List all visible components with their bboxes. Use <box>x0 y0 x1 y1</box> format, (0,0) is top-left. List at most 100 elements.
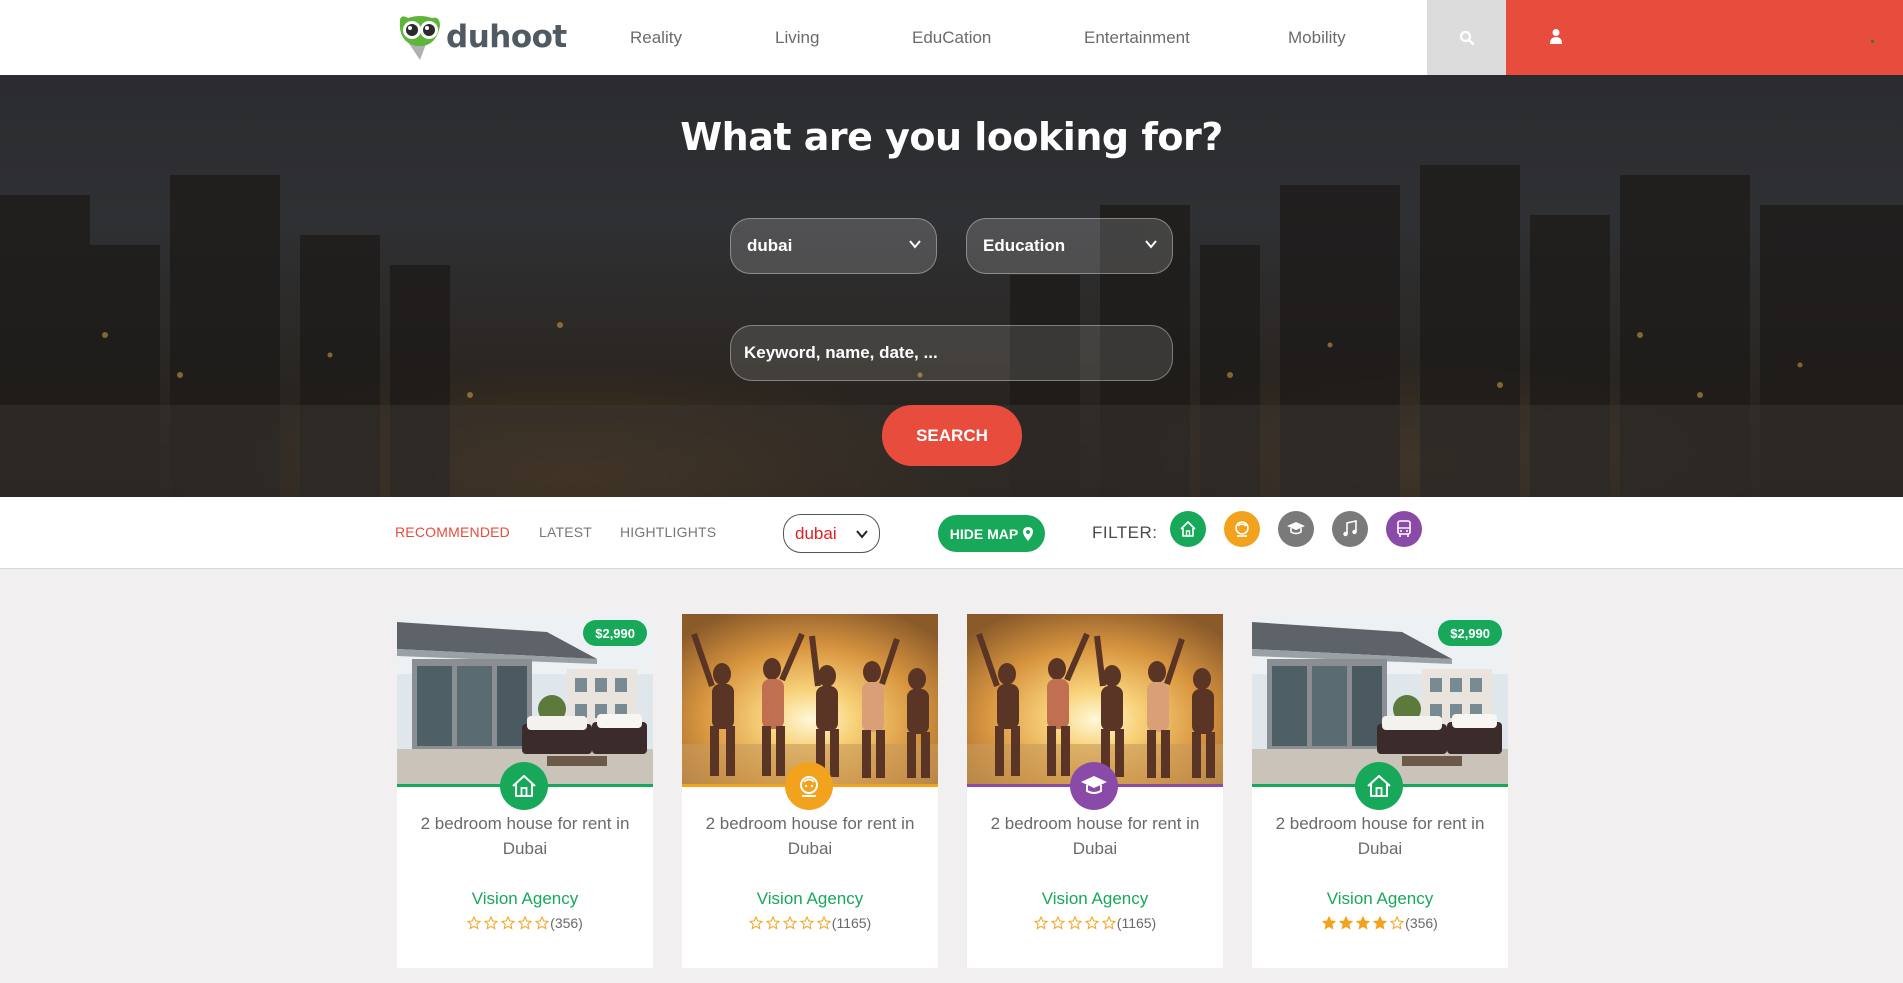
filter-bar: RECOMMENDED LATEST HIGHTLIGHTS dubai HID… <box>0 497 1903 569</box>
user-icon <box>1550 29 1562 44</box>
card-image[interactable] <box>967 614 1223 784</box>
city-filter-select[interactable]: dubai <box>783 514 880 553</box>
filter-mobility[interactable] <box>1386 511 1422 547</box>
star-outline-icon <box>1033 916 1048 930</box>
bus-icon <box>1397 520 1411 537</box>
hide-map-button[interactable]: HIDE MAP <box>938 515 1045 552</box>
card-title[interactable]: 2 bedroom house for rent in Dubai <box>692 811 928 861</box>
header-search-button[interactable] <box>1427 0 1506 75</box>
star-outline-icon <box>1050 916 1065 930</box>
chevron-down-icon <box>1145 240 1157 249</box>
user-account-button[interactable] <box>1506 0 1903 75</box>
home-icon <box>1367 775 1391 797</box>
music-note-icon <box>1343 520 1357 537</box>
card-agency[interactable]: Vision Agency <box>682 889 938 909</box>
tab-recommended[interactable]: RECOMMENDED <box>395 524 510 540</box>
logo-text: duhoot <box>446 19 567 55</box>
chevron-down-icon <box>909 240 921 249</box>
listing-card[interactable]: $2,990 2 bedroom house for rent in Dubai… <box>397 614 653 968</box>
star-outline-icon <box>501 916 516 930</box>
star-outline-icon <box>535 916 550 930</box>
filter-music[interactable] <box>1332 511 1368 547</box>
listing-card[interactable]: 2 bedroom house for rent in Dubai Vision… <box>967 614 1223 968</box>
search-button[interactable]: SEARCH <box>882 405 1022 466</box>
card-agency[interactable]: Vision Agency <box>967 889 1223 909</box>
star-outline-icon <box>467 916 482 930</box>
nav-living[interactable]: Living <box>775 28 819 48</box>
category-badge <box>1070 762 1118 810</box>
card-agency[interactable]: Vision Agency <box>1252 889 1508 909</box>
star-outline-icon <box>782 916 797 930</box>
nav-education[interactable]: EduCation <box>912 28 991 48</box>
star-filled-icon <box>1339 916 1354 930</box>
star-outline-icon <box>484 916 499 930</box>
home-icon <box>1180 521 1196 537</box>
search-icon <box>1459 30 1474 45</box>
star-outline-icon <box>518 916 533 930</box>
category-badge <box>500 762 548 810</box>
city-dropdown-value: dubai <box>747 236 793 255</box>
card-agency[interactable]: Vision Agency <box>397 889 653 909</box>
living-icon <box>1235 521 1249 537</box>
star-outline-icon <box>748 916 763 930</box>
hero-title: What are you looking for? <box>680 115 1223 159</box>
graduation-cap-icon <box>1081 776 1107 794</box>
review-count: (1165) <box>831 915 872 931</box>
city-filter-value: dubai <box>795 523 837 543</box>
tab-latest[interactable]: LATEST <box>539 524 592 540</box>
rating-stars <box>467 916 550 930</box>
star-filled-icon <box>1322 916 1337 930</box>
listing-card[interactable]: 2 bedroom house for rent in Dubai Vision… <box>682 614 938 968</box>
home-icon <box>512 775 536 797</box>
star-filled-icon <box>1373 916 1388 930</box>
filter-education[interactable] <box>1278 511 1314 547</box>
filter-label: FILTER: <box>1092 523 1158 542</box>
graduation-cap-icon <box>1287 522 1305 535</box>
logo[interactable]: duhoot <box>396 12 567 62</box>
nav-reality[interactable]: Reality <box>630 28 682 48</box>
category-badge <box>1355 762 1403 810</box>
card-rating: (356) <box>397 915 653 931</box>
listing-card[interactable]: $2,990 2 bedroom house for rent in Dubai… <box>1252 614 1508 968</box>
filter-living[interactable] <box>1224 511 1260 547</box>
price-badge: $2,990 <box>1438 620 1502 646</box>
living-icon <box>800 776 818 797</box>
card-rating: (1165) <box>967 915 1223 931</box>
rating-stars <box>748 916 831 930</box>
hide-map-label: HIDE MAP <box>949 525 1019 542</box>
card-rating: (356) <box>1252 915 1508 931</box>
category-dropdown[interactable]: Education <box>966 218 1173 274</box>
card-title[interactable]: 2 bedroom house for rent in Dubai <box>977 811 1213 861</box>
star-outline-icon <box>1101 916 1116 930</box>
map-pin-icon <box>1023 526 1034 541</box>
star-outline-icon <box>1084 916 1099 930</box>
card-title[interactable]: 2 bedroom house for rent in Dubai <box>1262 811 1498 861</box>
card-rating: (1165) <box>682 915 938 931</box>
hero-search: What are you looking for? dubai Educatio… <box>0 75 1903 497</box>
nav-mobility[interactable]: Mobility <box>1288 28 1346 48</box>
status-dot <box>1871 40 1874 43</box>
review-count: (356) <box>550 915 583 931</box>
star-outline-icon <box>816 916 831 930</box>
rating-stars <box>1033 916 1116 930</box>
star-outline-icon <box>799 916 814 930</box>
tab-highlights[interactable]: HIGHTLIGHTS <box>620 524 716 540</box>
price-badge: $2,990 <box>583 620 647 646</box>
chevron-down-icon <box>856 530 868 539</box>
party-photo <box>967 614 1223 784</box>
card-title[interactable]: 2 bedroom house for rent in Dubai <box>407 811 643 861</box>
owl-logo-icon <box>396 12 444 62</box>
nav-entertainment[interactable]: Entertainment <box>1084 28 1190 48</box>
star-outline-icon <box>1390 916 1405 930</box>
city-dropdown[interactable]: dubai <box>730 218 937 274</box>
keyword-search-input[interactable] <box>730 325 1173 381</box>
review-count: (1165) <box>1116 915 1157 931</box>
category-badge <box>785 762 833 810</box>
star-outline-icon <box>765 916 780 930</box>
filter-home[interactable] <box>1170 511 1206 547</box>
review-count: (356) <box>1405 915 1438 931</box>
star-outline-icon <box>1067 916 1082 930</box>
card-image[interactable] <box>682 614 938 784</box>
site-header: duhoot Reality Living EduCation Entertai… <box>0 0 1903 75</box>
party-photo <box>682 614 938 784</box>
